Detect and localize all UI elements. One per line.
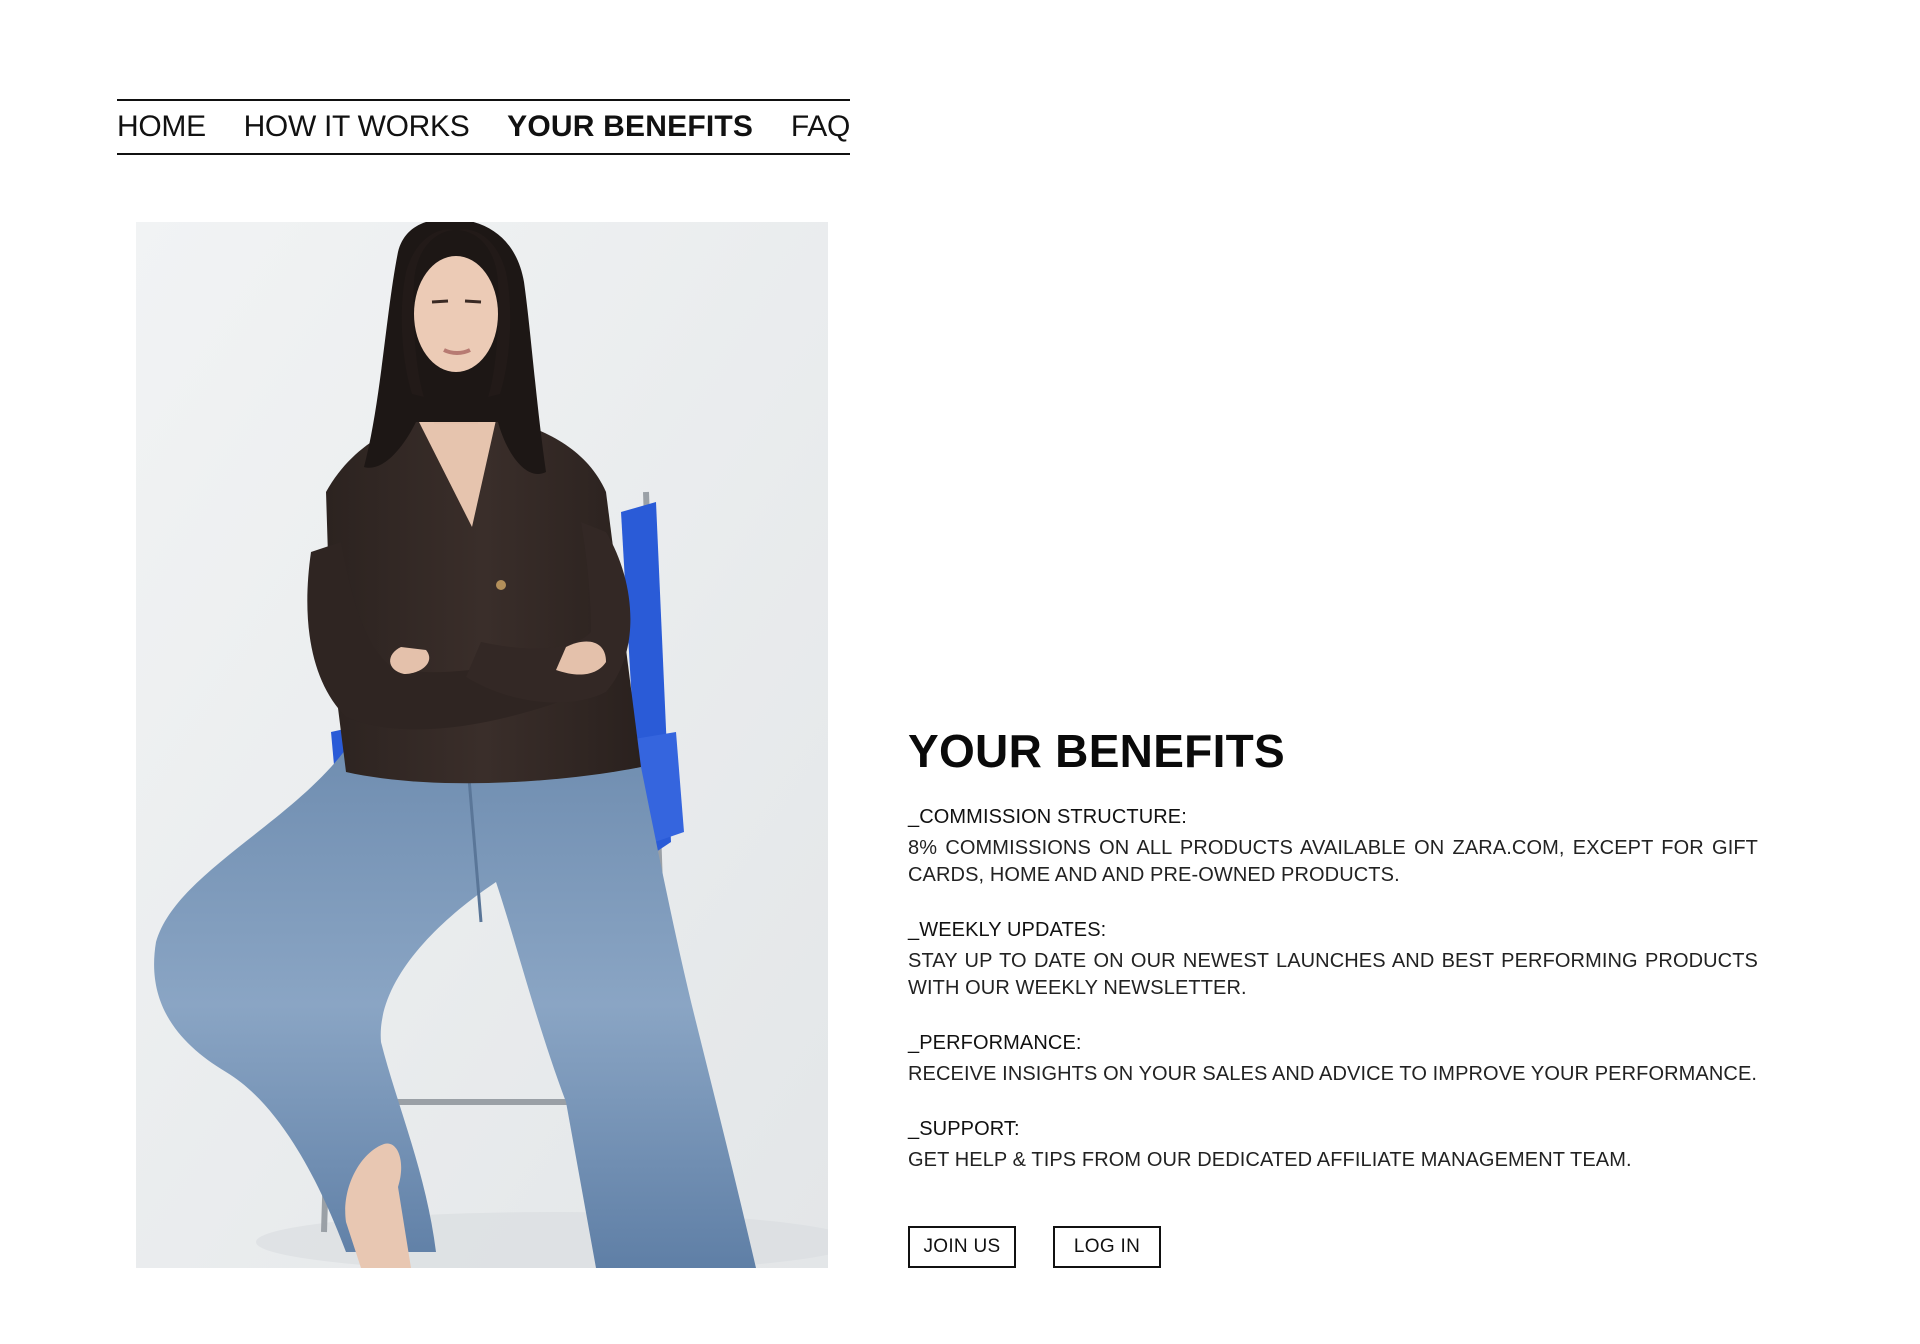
benefits-heading: YOUR BENEFITS	[908, 725, 1286, 777]
top-nav: HOME HOW IT WORKS YOUR BENEFITS FAQ	[117, 99, 850, 155]
nav-item-your-benefits[interactable]: YOUR BENEFITS	[507, 112, 753, 142]
hero-photo	[136, 222, 828, 1268]
nav-item-faq[interactable]: FAQ	[791, 112, 850, 142]
benefit-description: STAY UP TO DATE ON OUR NEWEST LAUNCHES A…	[908, 950, 1758, 999]
join-us-button[interactable]: JOIN US	[908, 1226, 1016, 1268]
page: HOME HOW IT WORKS YOUR BENEFITS FAQ YOUR…	[0, 0, 1920, 1344]
benefit-title: _SUPPORT:	[908, 1118, 1020, 1140]
benefits-section: YOUR BENEFITS _COMMISSION STRUCTURE: 8% …	[908, 728, 1758, 1202]
log-in-button[interactable]: LOG IN	[1053, 1226, 1161, 1268]
benefit-title: _COMMISSION STRUCTURE:	[908, 806, 1187, 828]
benefit-performance: _PERFORMANCE: RECEIVE INSIGHTS ON YOUR S…	[908, 1030, 1758, 1088]
benefit-title: _WEEKLY UPDATES:	[908, 919, 1107, 941]
benefit-weekly-updates: _WEEKLY UPDATES: STAY UP TO DATE ON OUR …	[908, 917, 1758, 1002]
benefit-description: RECEIVE INSIGHTS ON YOUR SALES AND ADVIC…	[908, 1063, 1758, 1085]
model-illustration	[136, 222, 828, 1268]
benefit-support: _SUPPORT: GET HELP & TIPS FROM OUR DEDIC…	[908, 1116, 1758, 1174]
benefit-description: GET HELP & TIPS FROM OUR DEDICATED AFFIL…	[908, 1149, 1632, 1171]
benefit-title: _PERFORMANCE:	[908, 1032, 1082, 1054]
benefit-description: 8% COMMISSIONS ON ALL PRODUCTS AVAILABLE…	[908, 837, 1758, 886]
nav-item-how-it-works[interactable]: HOW IT WORKS	[244, 112, 470, 142]
benefit-commission: _COMMISSION STRUCTURE: 8% COMMISSIONS ON…	[908, 804, 1758, 889]
nav-item-home[interactable]: HOME	[117, 112, 206, 142]
